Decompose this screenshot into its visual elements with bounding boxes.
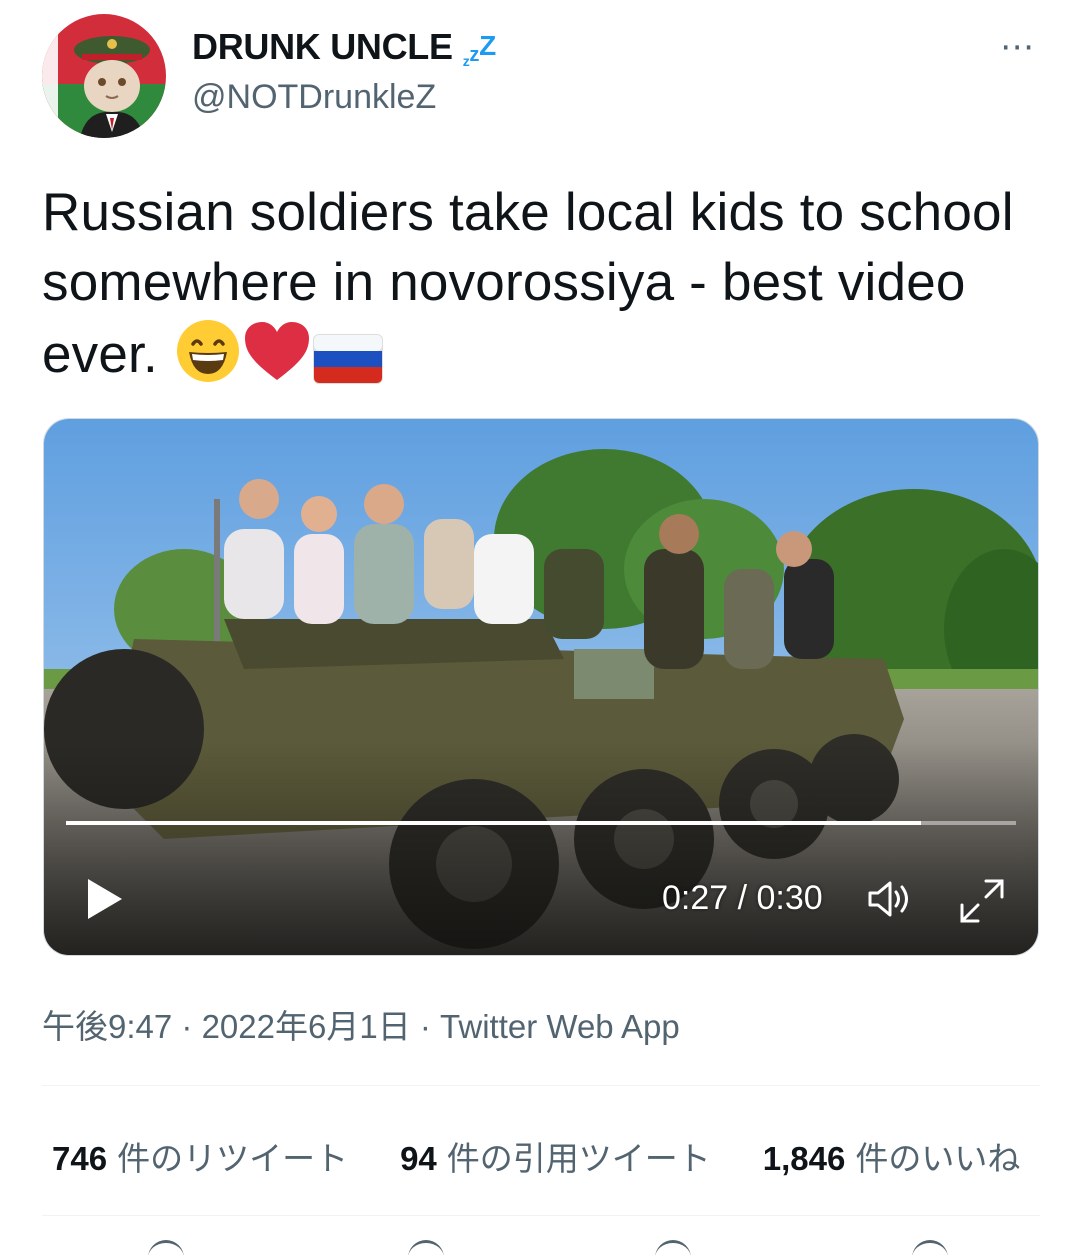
display-name-text: DRUNK UNCLE — [192, 26, 453, 67]
retweet-icon[interactable] — [408, 1240, 444, 1255]
divider — [42, 1085, 1040, 1086]
reply-icon[interactable] — [148, 1240, 184, 1255]
russia-flag-icon — [312, 332, 383, 402]
retweets-label: 件のリツイート — [117, 1140, 349, 1177]
tweet-date[interactable]: 2022年6月1日 — [202, 1008, 411, 1045]
video-player[interactable]: 0:27 / 0:30 — [43, 418, 1039, 956]
tweet-source[interactable]: Twitter Web App — [440, 1008, 680, 1045]
sleeping-zzz-icon: zzZ — [462, 30, 497, 69]
meta-separator: · — [419, 1008, 431, 1045]
tweet: DRUNK UNCLE zzZ @NOTDrunkleZ ⋯ Russian s… — [0, 0, 1080, 1255]
video-progress-bar[interactable] — [66, 821, 1016, 825]
more-options-icon[interactable]: ⋯ — [1000, 30, 1036, 64]
like-icon[interactable] — [655, 1240, 691, 1255]
display-name[interactable]: DRUNK UNCLE zzZ — [192, 26, 496, 68]
red-heart-icon — [243, 320, 311, 402]
quote-tweets-count: 94 — [400, 1140, 437, 1177]
video-frame — [44, 419, 1038, 955]
likes-label: 件のいいね — [855, 1140, 1021, 1177]
retweets-count: 746 — [52, 1140, 108, 1177]
play-icon[interactable] — [84, 877, 124, 921]
cat-general-avatar-icon — [42, 14, 166, 138]
likes-count: 1,846 — [762, 1140, 846, 1177]
divider — [42, 1215, 1040, 1216]
retweets-stat[interactable]: 746 件のリツイート — [52, 1132, 348, 1180]
meta-separator: · — [181, 1008, 193, 1045]
quote-tweets-stat[interactable]: 94 件の引用ツイート — [400, 1132, 711, 1180]
user-handle[interactable]: @NOTDrunkleZ — [192, 78, 436, 117]
tweet-time[interactable]: 午後9:47 — [42, 1008, 172, 1045]
action-bar — [0, 1232, 1080, 1255]
avatar[interactable] — [42, 14, 166, 138]
share-icon[interactable] — [912, 1240, 948, 1255]
tweet-stats: 746 件のリツイート 94 件の引用ツイート 1,846 件のいいね — [52, 1132, 1020, 1180]
tweet-text: Russian soldiers take local kids to scho… — [42, 178, 1042, 402]
quote-tweets-label: 件の引用ツイート — [446, 1140, 711, 1177]
video-progress-fill — [66, 821, 921, 825]
tweet-meta: 午後9:47 · 2022年6月1日 · Twitter Web App — [42, 1000, 680, 1048]
video-time: 0:27 / 0:30 — [662, 879, 823, 917]
likes-stat[interactable]: 1,846 件のいいね — [763, 1132, 1021, 1180]
grinning-face-icon — [175, 318, 241, 402]
fullscreen-icon[interactable] — [958, 877, 1006, 925]
volume-icon[interactable] — [866, 879, 916, 919]
